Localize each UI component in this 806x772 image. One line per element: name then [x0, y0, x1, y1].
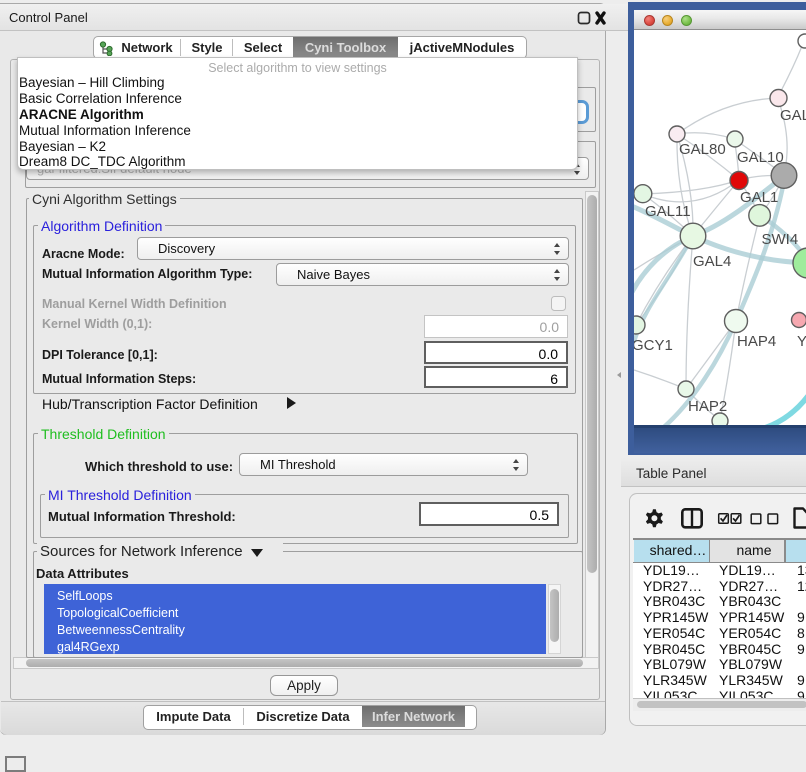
svg-text:HAP2: HAP2: [688, 398, 727, 415]
svg-text:HAP4: HAP4: [737, 333, 776, 350]
svg-text:GAL10: GAL10: [737, 149, 784, 166]
svg-text:GAL7: GAL7: [780, 107, 806, 124]
svg-text:GAL4: GAL4: [693, 253, 731, 270]
svg-text:GAL80: GAL80: [679, 141, 726, 158]
svg-text:GAL1: GAL1: [740, 189, 778, 206]
svg-text:Y: Y: [797, 333, 806, 350]
svg-text:SWI4: SWI4: [762, 231, 799, 248]
svg-text:GAL11: GAL11: [645, 203, 691, 220]
svg-text:GCY1: GCY1: [634, 337, 673, 354]
